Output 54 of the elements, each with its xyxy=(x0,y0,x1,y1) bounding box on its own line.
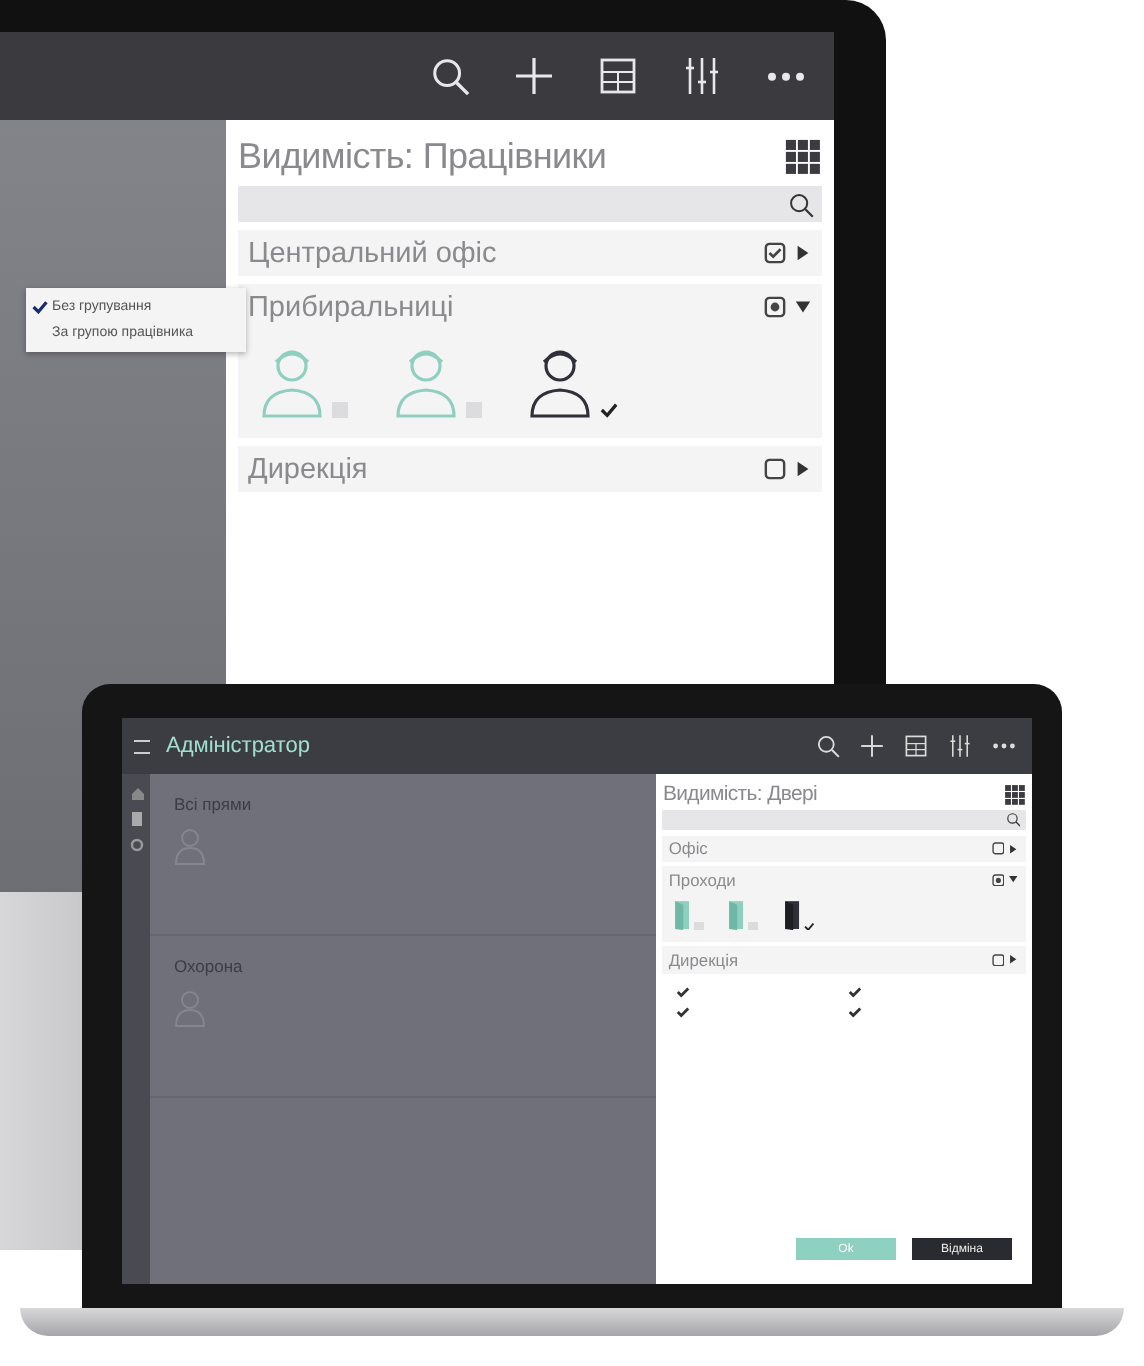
group-header[interactable]: Офіс xyxy=(662,835,1026,863)
table-icon[interactable] xyxy=(904,734,928,758)
check-icon[interactable] xyxy=(848,1006,862,1019)
search-icon[interactable] xyxy=(430,56,470,96)
app-title: Адміністратор xyxy=(166,734,312,758)
check-icon[interactable] xyxy=(676,986,690,999)
more-icon[interactable] xyxy=(992,742,1016,750)
caret-right-icon[interactable] xyxy=(794,244,812,262)
selection-checkbox[interactable] xyxy=(991,842,1005,856)
group-header[interactable]: Центральний офіс xyxy=(238,230,822,276)
plus-icon[interactable] xyxy=(860,734,884,758)
group-name: Дирекція xyxy=(248,453,368,485)
home-icon xyxy=(129,786,143,800)
group-name: Офіс xyxy=(668,838,708,859)
search-icon xyxy=(788,191,814,217)
search-field[interactable] xyxy=(662,809,1026,831)
checkbox[interactable] xyxy=(748,921,758,931)
grid-icon[interactable] xyxy=(1003,783,1026,806)
caret-down-icon[interactable] xyxy=(794,298,812,316)
sliders-icon[interactable] xyxy=(682,56,722,96)
selection-checkbox[interactable] xyxy=(991,953,1005,967)
check-icon[interactable] xyxy=(803,921,814,931)
caret-down-icon[interactable] xyxy=(1008,874,1020,886)
selection-checkbox[interactable] xyxy=(991,873,1005,887)
selection-checkbox[interactable] xyxy=(764,296,786,318)
check-icon[interactable] xyxy=(848,986,862,999)
grid-icon[interactable] xyxy=(784,138,822,176)
check-icon[interactable] xyxy=(676,1006,690,1019)
caret-right-icon[interactable] xyxy=(1008,954,1020,966)
plus-icon[interactable] xyxy=(514,56,554,96)
table-icon[interactable] xyxy=(598,56,638,96)
door-icon xyxy=(129,812,143,826)
panel-title: Видимість: Двері xyxy=(662,783,818,806)
selection-checkbox[interactable] xyxy=(764,242,786,264)
group-name: Проходи xyxy=(668,870,736,890)
group-name: Прибиральниці xyxy=(248,291,454,323)
search-icon[interactable] xyxy=(816,734,840,758)
group-header[interactable]: Дирекція xyxy=(238,446,822,492)
more-icon[interactable] xyxy=(766,69,806,83)
check-icon[interactable] xyxy=(600,402,618,418)
checkbox[interactable] xyxy=(466,402,482,418)
search-icon xyxy=(1005,812,1021,828)
checkbox[interactable] xyxy=(694,921,704,931)
caret-right-icon[interactable] xyxy=(1008,843,1020,854)
menu-icon[interactable] xyxy=(134,739,150,753)
panel-title: Видимість: Працівники xyxy=(238,136,607,178)
checkbox[interactable] xyxy=(332,402,348,418)
search-field[interactable] xyxy=(238,186,822,222)
group-name: Дирекція xyxy=(668,949,739,970)
group-name: Центральний офіс xyxy=(248,237,497,269)
sliders-icon[interactable] xyxy=(948,734,972,758)
caret-right-icon[interactable] xyxy=(794,460,812,478)
group-header[interactable]: Дирекція xyxy=(662,946,1026,974)
selection-checkbox[interactable] xyxy=(764,458,786,480)
